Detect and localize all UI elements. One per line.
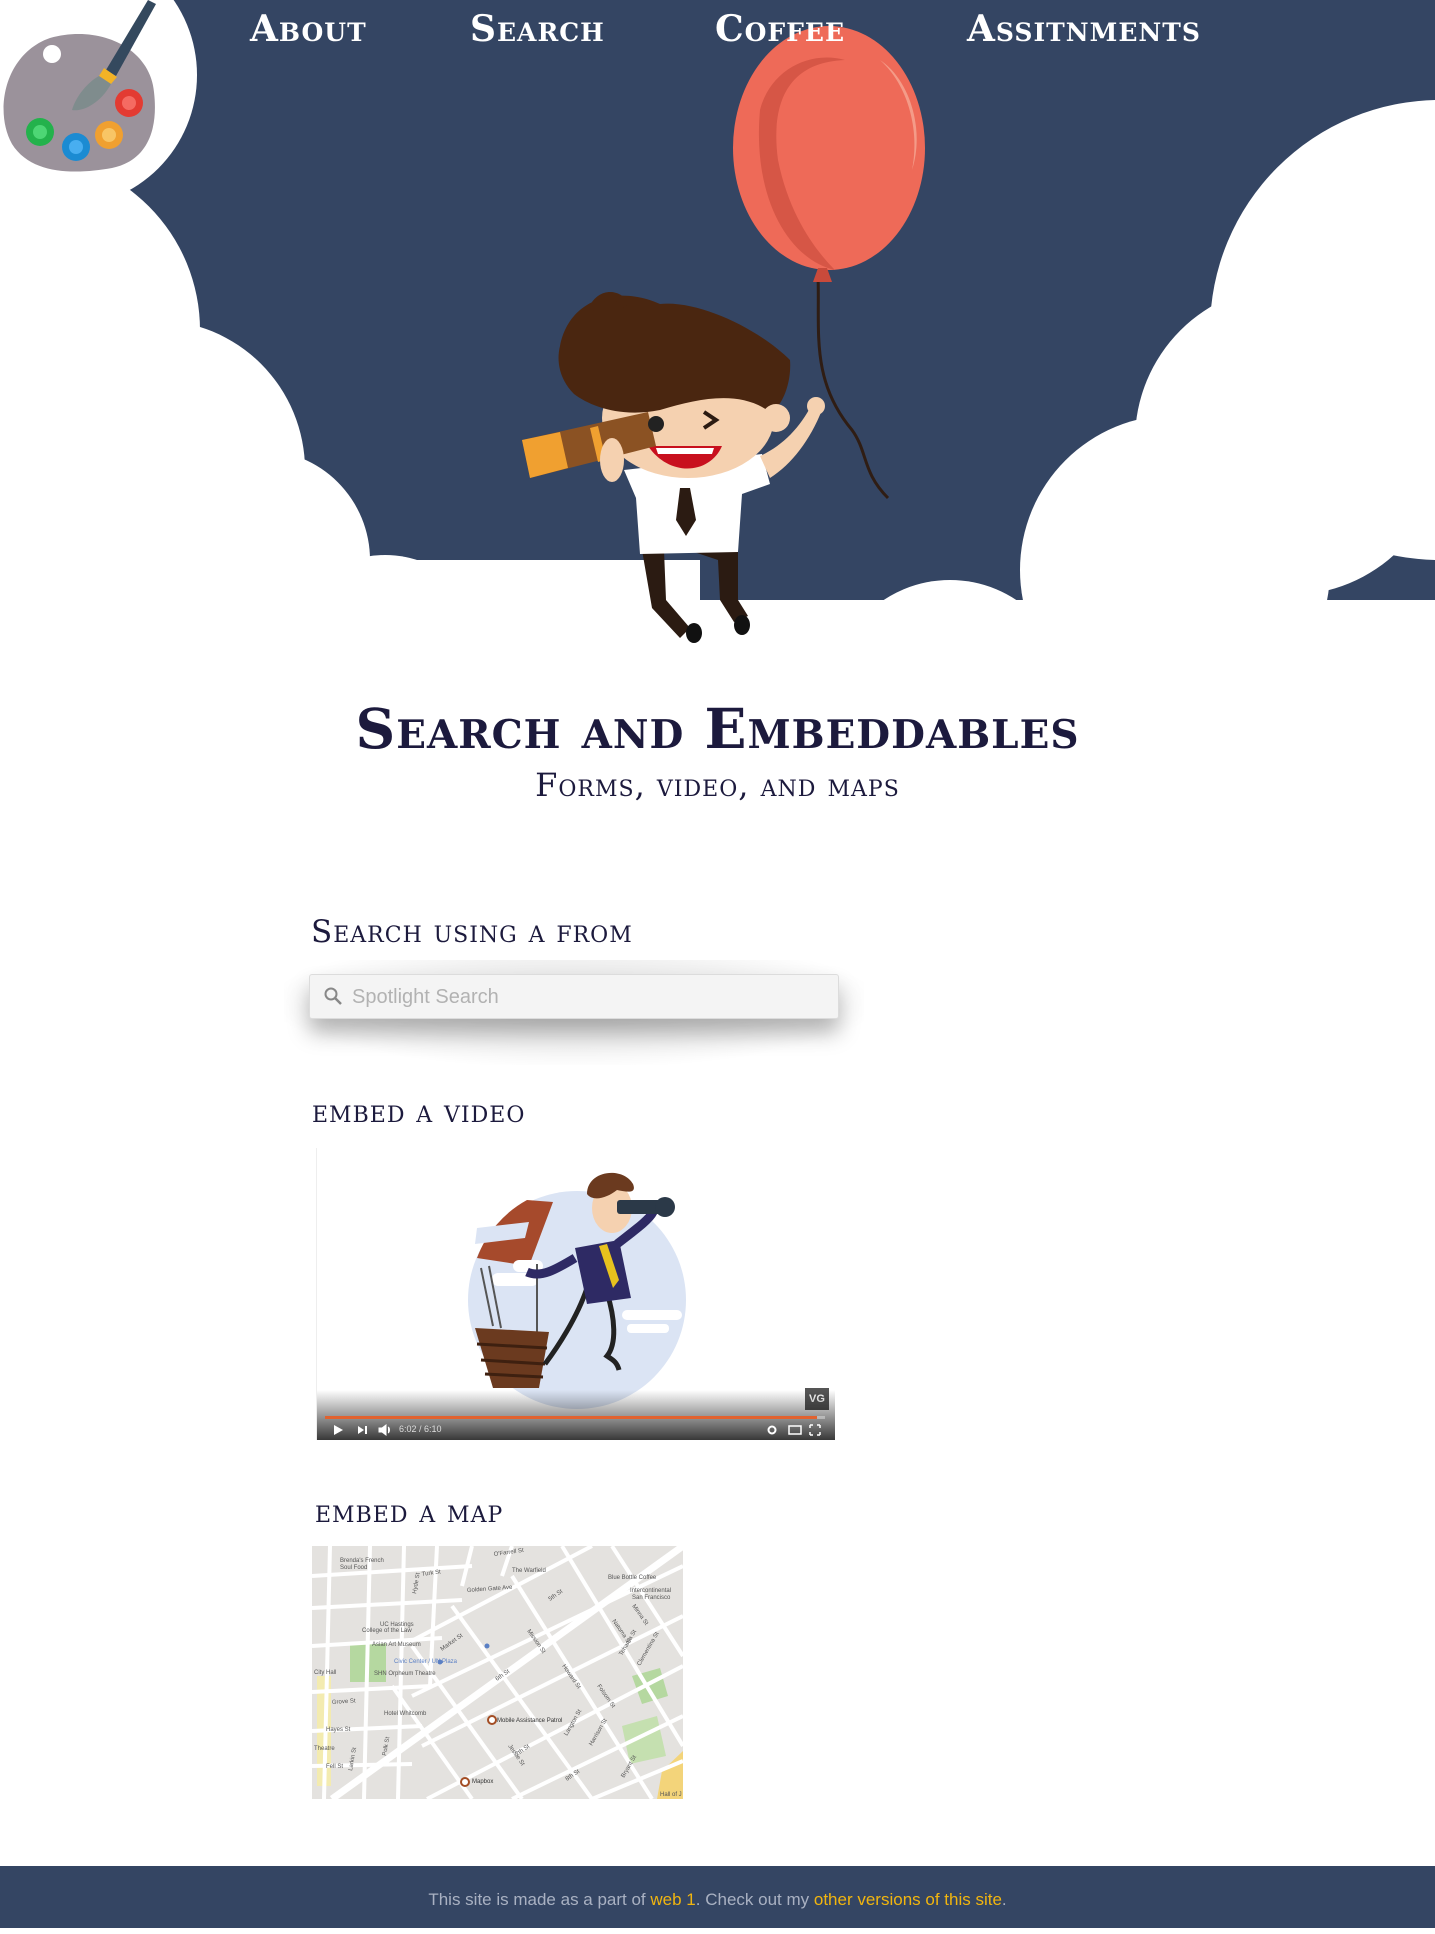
search-section-heading: Search using a from — [311, 914, 633, 950]
map-canvas[interactable]: Brenda's French Soul Food The Warfield B… — [312, 1546, 683, 1799]
nav-link-search[interactable]: Search — [470, 8, 605, 50]
svg-text:Brenda's French: Brenda's French — [340, 1558, 384, 1564]
settings-icon[interactable] — [767, 1425, 777, 1435]
svg-text:Mapbox: Mapbox — [472, 1779, 493, 1785]
transit-marker-icon — [437, 1659, 443, 1665]
spotlight-search-box[interactable] — [309, 974, 839, 1020]
hero-illustration — [0, 0, 1435, 690]
nav-link-about[interactable]: About — [250, 8, 367, 50]
page-subtitle: Forms, video, and maps — [535, 766, 900, 804]
footer-link-web1[interactable]: web 1 — [650, 1890, 695, 1909]
volume-icon[interactable] — [378, 1424, 390, 1436]
svg-text:College of the Law: College of the Law — [362, 1628, 412, 1634]
svg-text:Intercontinental: Intercontinental — [630, 1588, 671, 1594]
svg-text:Mobile Assistance Patrol: Mobile Assistance Patrol — [497, 1718, 562, 1724]
next-icon[interactable] — [358, 1426, 367, 1434]
page-title: Search and Embeddables — [355, 696, 1080, 761]
play-icon[interactable] — [334, 1425, 343, 1435]
search-icon — [324, 987, 342, 1005]
svg-text:SHN Orpheum Theatre: SHN Orpheum Theatre — [374, 1671, 436, 1677]
svg-text:Hotel Whitcomb: Hotel Whitcomb — [384, 1711, 427, 1717]
hero-banner — [0, 0, 1435, 690]
video-progress-track[interactable] — [325, 1416, 825, 1419]
video-control-icons — [334, 1424, 821, 1436]
footer-text: This site is made as a part of — [428, 1890, 651, 1909]
svg-text:City Hall: City Hall — [314, 1670, 336, 1676]
nav-link-assignments[interactable]: Assitnments — [967, 8, 1201, 50]
embedded-map[interactable]: Brenda's French Soul Food The Warfield B… — [312, 1546, 683, 1799]
svg-text:Fell St: Fell St — [326, 1764, 343, 1770]
embedded-video-player[interactable]: VG 6:02 / 6:10 — [316, 1148, 835, 1440]
svg-text:Blue Bottle Coffee: Blue Bottle Coffee — [608, 1575, 657, 1581]
video-controls: 6:02 / 6:10 — [317, 1390, 835, 1440]
svg-text:Asian Art Museum: Asian Art Museum — [372, 1642, 421, 1648]
footer-link-other-versions[interactable]: other versions of this site — [814, 1890, 1002, 1909]
svg-text:Soul Food: Soul Food — [340, 1565, 367, 1571]
svg-text:Hall of J: Hall of J — [660, 1792, 682, 1798]
theater-mode-icon[interactable] — [788, 1425, 802, 1435]
map-marker-icon[interactable] — [487, 1715, 497, 1725]
svg-text:Theatre: Theatre — [314, 1746, 335, 1752]
map-marker-icon[interactable] — [460, 1777, 470, 1787]
footer-text: . Check out my — [695, 1890, 814, 1909]
map-section-heading: embed a map — [315, 1494, 504, 1530]
video-progress-fill — [325, 1416, 817, 1419]
svg-text:Civic Center / UN Plaza: Civic Center / UN Plaza — [394, 1659, 458, 1665]
transit-marker-icon — [484, 1643, 490, 1649]
video-time: 6:02 / 6:10 — [399, 1424, 442, 1434]
footer-text: . — [1001, 1890, 1007, 1909]
fullscreen-icon[interactable] — [809, 1424, 821, 1436]
svg-text:The Warfield: The Warfield — [512, 1568, 546, 1574]
video-section-heading: embed a video — [312, 1094, 526, 1130]
svg-text:Hayes St: Hayes St — [326, 1727, 351, 1733]
nav-link-coffee[interactable]: Coffee — [715, 8, 845, 50]
svg-text:San Francisco: San Francisco — [632, 1595, 671, 1601]
footer: This site is made as a part of web 1. Ch… — [0, 1866, 1435, 1928]
search-input[interactable] — [350, 975, 824, 1020]
